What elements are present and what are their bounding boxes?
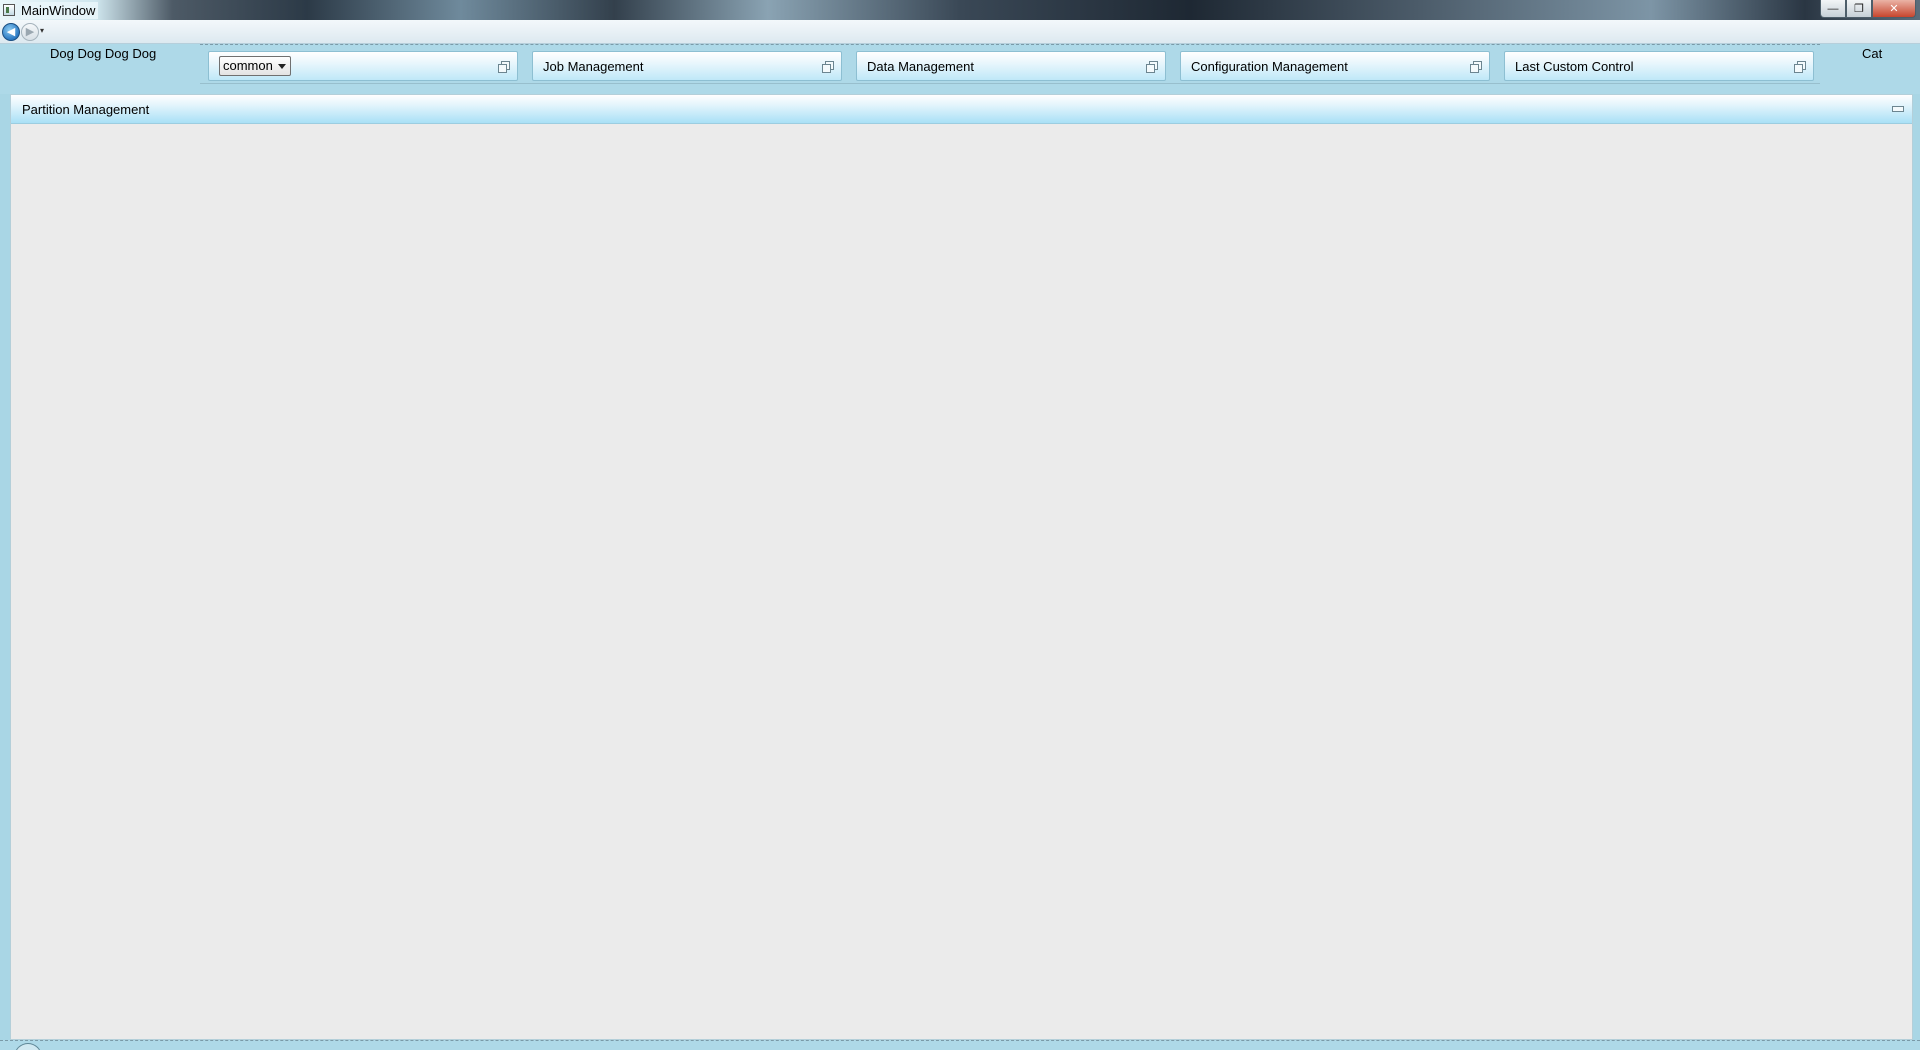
back-button[interactable]: ◀ — [2, 23, 20, 41]
tile-label: Last Custom Control — [1515, 58, 1634, 74]
bottom-expander[interactable] — [14, 1043, 42, 1050]
minimize-panel-icon[interactable] — [1892, 106, 1904, 112]
right-header-label: Cat — [1862, 46, 1883, 61]
tiles-area: common Job Management Data Management Co… — [200, 44, 1820, 84]
navigation-bar: ◀ ▶ ▾ — [0, 20, 1920, 44]
history-dropdown-icon[interactable]: ▾ — [40, 26, 44, 35]
panel-header: Partition Management — [11, 95, 1912, 124]
restore-icon[interactable] — [498, 61, 510, 73]
app-icon — [3, 4, 15, 16]
tile-job-management[interactable]: Job Management — [532, 51, 842, 81]
window-controls: — ❐ ✕ — [1820, 0, 1916, 18]
tile-common[interactable]: common — [208, 51, 518, 81]
common-select[interactable]: common — [219, 56, 291, 76]
maximize-button[interactable]: ❐ — [1846, 0, 1872, 18]
restore-icon[interactable] — [822, 61, 834, 73]
tile-data-management[interactable]: Data Management — [856, 51, 1166, 81]
tile-label: Configuration Management — [1191, 58, 1348, 74]
bottom-bar — [0, 1040, 1920, 1050]
restore-icon[interactable] — [1794, 61, 1806, 73]
window-title: MainWindow — [21, 2, 99, 19]
tile-last-custom-control[interactable]: Last Custom Control — [1504, 51, 1814, 81]
title-bar: MainWindow — ❐ ✕ — [0, 0, 1920, 20]
tile-label: Data Management — [867, 58, 974, 74]
panel-body — [11, 124, 1912, 1039]
left-header-label: Dog Dog Dog Dog — [50, 46, 157, 61]
header-row: Dog Dog Dog Dog common Job Management Da… — [0, 44, 1920, 94]
partition-management-panel: Partition Management — [10, 94, 1913, 1040]
restore-icon[interactable] — [1470, 61, 1482, 73]
close-button[interactable]: ✕ — [1872, 0, 1916, 18]
forward-button[interactable]: ▶ — [21, 23, 39, 41]
common-select-value: common — [223, 58, 273, 73]
restore-icon[interactable] — [1146, 61, 1158, 73]
tile-configuration-management[interactable]: Configuration Management — [1180, 51, 1490, 81]
tile-label: Job Management — [543, 58, 644, 74]
panel-title: Partition Management — [22, 102, 150, 117]
minimize-button[interactable]: — — [1820, 0, 1846, 18]
chevron-down-icon — [278, 64, 286, 69]
